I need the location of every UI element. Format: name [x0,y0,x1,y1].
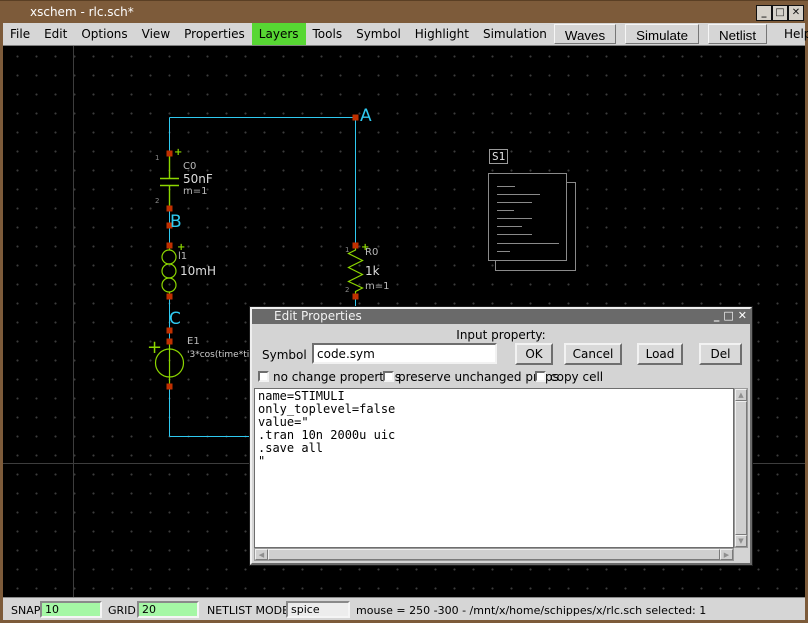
cancel-button[interactable]: Cancel [564,343,622,365]
menu-file[interactable]: File [3,23,37,45]
code-block-symbol[interactable] [489,174,576,271]
copy-cell-checkbox[interactable] [535,371,546,382]
grid-label: GRID: [108,604,140,617]
copy-cell-label: copy cell [550,370,603,384]
property-text-area[interactable]: name=STIMULI only_toplevel=false value="… [254,388,734,548]
menu-view[interactable]: View [135,23,177,45]
resistor-plus-mark: + [361,243,369,253]
window-title: xschem - rlc.sch* [30,5,134,19]
dialog-controls: _ □ ✕ [714,309,747,323]
inductor-value[interactable]: 10mH [180,265,216,277]
netlist-mode-input[interactable] [286,601,350,618]
menu-highlight[interactable]: Highlight [408,23,476,45]
resistor-value[interactable]: 1k [365,265,380,277]
property-text-area-group: name=STIMULI only_toplevel=false value="… [254,388,748,561]
capacitor-mult[interactable]: m=1 [183,187,207,197]
input-property-label: Input property: [252,328,750,342]
scrollbar-corner [734,548,748,561]
scroll-up-icon[interactable]: ▲ [735,389,747,401]
dialog-title: Edit Properties [274,309,362,323]
waves-button[interactable]: Waves [554,24,616,44]
menu-help[interactable]: Help [776,23,808,45]
scroll-down-icon[interactable]: ▼ [735,535,747,547]
dialog-close-icon[interactable]: ✕ [738,309,747,323]
del-button[interactable]: Del [699,343,742,365]
grid-input[interactable] [137,601,199,618]
window-titlebar[interactable]: xschem - rlc.sch* _ □ ✕ [0,0,808,23]
ok-button[interactable]: OK [515,343,553,365]
vertical-scroll-thumb[interactable] [735,401,747,535]
inductor-plus-mark: + [177,243,185,253]
source-plus-mark: + [147,339,162,357]
capacitor-plus-mark: + [174,148,182,158]
resistor-pin2-number: 2 [345,287,349,294]
dialog-maximize-icon[interactable]: □ [723,309,733,323]
source-ref[interactable]: E1 [187,337,200,347]
no-change-properties-checkbox[interactable] [258,371,269,382]
close-icon[interactable]: ✕ [788,5,804,21]
inductor-ref[interactable]: l1 [178,252,187,262]
menu-layers[interactable]: Layers [252,23,306,45]
node-label-b[interactable]: B [170,214,182,231]
menubar: File Edit Options View Properties Layers… [3,23,805,46]
menu-simulation[interactable]: Simulation [476,23,554,45]
code-block-ref[interactable]: S1 [489,149,508,164]
netlist-mode-label: NETLIST MODE: [207,604,293,617]
capacitor-symbol[interactable] [160,153,179,208]
snap-input[interactable] [40,601,102,618]
capacitor-value[interactable]: 50nF [183,173,213,185]
minimize-icon[interactable]: _ [756,5,772,21]
capacitor-pin2-number: 2 [155,198,159,205]
capacitor-pin1-number: 1 [155,155,159,162]
no-change-properties-label: no change properties [273,370,401,384]
menu-options[interactable]: Options [74,23,134,45]
resistor-pin1-number: 1 [345,247,349,254]
node-label-a[interactable]: A [360,108,372,125]
statusbar: SNAP: GRID: NETLIST MODE: mouse = 250 -3… [3,597,805,620]
vertical-scrollbar[interactable]: ▲ ▼ [734,388,748,548]
horizontal-scrollbar[interactable]: ◀ ▶ [254,548,734,561]
menu-edit[interactable]: Edit [37,23,74,45]
dialog-minimize-icon[interactable]: _ [714,309,720,323]
menu-symbol[interactable]: Symbol [349,23,408,45]
menu-properties[interactable]: Properties [177,23,252,45]
symbol-label: Symbol [262,348,307,362]
load-button[interactable]: Load [637,343,683,365]
scroll-right-icon[interactable]: ▶ [720,549,733,560]
menu-tools[interactable]: Tools [306,23,350,45]
preserve-unchanged-props-checkbox[interactable] [383,371,394,382]
node-label-c[interactable]: C [169,311,181,328]
capacitor-ref[interactable]: C0 [183,162,196,172]
dialog-titlebar[interactable]: Edit Properties _ □ ✕ [252,309,750,324]
schematic-canvas[interactable]: A B C C0 50nF m=1 1 2 + l1 10mH + R0 1k … [3,46,805,597]
netlist-button[interactable]: Netlist [708,24,767,44]
edit-properties-dialog: Edit Properties _ □ ✕ Input property: Sy… [250,307,752,565]
maximize-icon[interactable]: □ [772,5,788,21]
xschem-window: xschem - rlc.sch* _ □ ✕ File Edit Option… [0,0,808,623]
inductor-symbol[interactable] [162,245,176,296]
resistor-mult[interactable]: m=1 [365,282,389,292]
scroll-left-icon[interactable]: ◀ [255,549,268,560]
source-value[interactable]: '3*cos(time*ti [187,351,249,360]
horizontal-scroll-thumb[interactable] [268,549,720,560]
simulate-button[interactable]: Simulate [625,24,699,44]
window-controls: _ □ ✕ [756,5,804,21]
symbol-input[interactable] [312,343,497,364]
mouse-status-text: mouse = 250 -300 - /mnt/x/home/schippes/… [356,604,706,617]
